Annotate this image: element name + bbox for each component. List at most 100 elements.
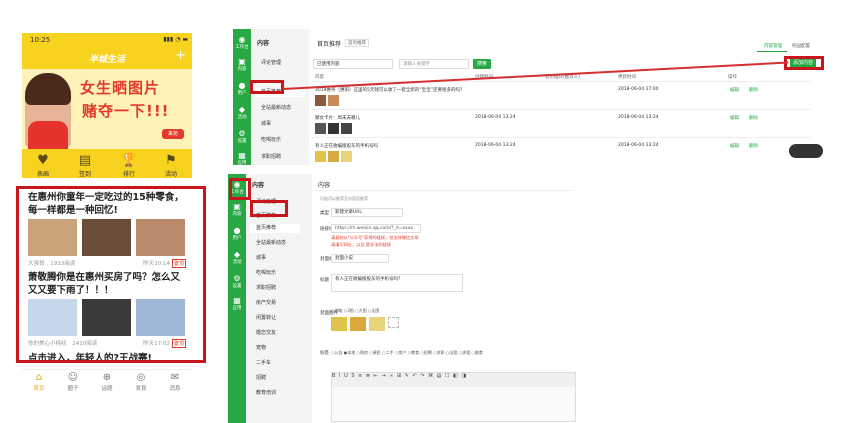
size-option: 3图 — [347, 308, 354, 313]
table-row-title[interactable]: 2019惠州（惠阳）这里的5元钱可以收了一套全新的“宝宝”还要很多的吗？ — [315, 87, 465, 94]
tag-options[interactable]: ○公告 ●本地 ○购房 ○便民 ○二手 ○房产 ○教育 ○招聘 ○求职 ○出租 … — [331, 348, 551, 357]
sidebar-item-apps[interactable]: ▦ 应用 — [228, 296, 246, 311]
url-hint: 请填写网址，以及 是非法的链接 — [331, 242, 391, 247]
delete-link[interactable]: 删除 — [749, 143, 758, 149]
banner-line1: 女生晒图片 — [80, 79, 161, 97]
subnav-item[interactable]: 求职招聘 — [256, 284, 276, 291]
table-row-title[interactable]: 有人正在收编版股东的手机号吗 — [315, 143, 378, 149]
row-thumb — [328, 123, 339, 134]
subnav-item[interactable]: 房产交易 — [256, 299, 276, 306]
subnav-item[interactable]: 招聘 — [256, 374, 266, 381]
type-label: 类型 — [320, 211, 329, 216]
delete-link[interactable]: 删除 — [749, 115, 758, 121]
sidebar-item-activity[interactable]: ◆ 活动 — [228, 250, 246, 265]
tab-topic[interactable]: ⊕ 话题 — [90, 372, 124, 392]
subnav-item[interactable]: 婚恋交友 — [256, 329, 276, 336]
sidebar-item-activity[interactable]: ◆ 活动 — [233, 105, 251, 120]
sidebar-label: 设置 — [232, 284, 242, 289]
admin-panel-list: ◉ 工作台 ▣ 内容 ● 用户 ◆ 活动 ⚙ 设置 ▦ 应用 内容 评论管理 首页推荐 全站… — [233, 29, 823, 166]
tab-badge[interactable]: 首页推荐 — [345, 39, 369, 47]
subnav-item[interactable]: 评论管理 — [261, 59, 281, 66]
url-input[interactable]: https://m.weixin.qq.com/?_d=xxxx — [331, 224, 421, 233]
sidebar-item-apps[interactable]: ▦ 应用 — [233, 151, 251, 166]
title-label: 标题 — [320, 278, 329, 283]
sidebar-label: 内容 — [237, 67, 247, 72]
sidebar-item-settings[interactable]: ⚙ 设置 — [228, 274, 246, 289]
tab-circle[interactable]: ☺ 圈子 — [56, 372, 90, 392]
subnav-item-active[interactable]: 首页推荐 — [250, 224, 300, 233]
tab-messages[interactable]: ✉ 消息 — [158, 372, 192, 392]
user-icon: ● — [233, 226, 241, 235]
sidebar-label: 活动 — [237, 115, 247, 120]
tab-home[interactable]: ⌂ 首页 — [22, 372, 56, 392]
subnav-item[interactable]: 闲置转让 — [256, 314, 276, 321]
subnav-item[interactable]: 二手车 — [256, 359, 271, 366]
add-icon[interactable]: + — [175, 48, 186, 63]
edit-link[interactable]: 编辑 — [730, 143, 739, 149]
subnav-item[interactable]: 城事 — [261, 120, 271, 127]
status-select[interactable]: 已使用内容 — [313, 59, 393, 69]
search-input[interactable]: 请输入关键字 — [399, 59, 469, 69]
activity-icon: ◆ — [233, 250, 241, 259]
subnav-title: 内容 — [257, 40, 270, 47]
title-input[interactable]: 有人正在收编版股东的手机号吗？ — [331, 274, 463, 292]
topic-icon: ⊕ — [102, 372, 112, 383]
sidebar-item-users[interactable]: ● 用户 — [228, 226, 246, 241]
subnav-item[interactable]: 全站最新动态 — [256, 239, 286, 246]
subnav-item[interactable]: 吃喝玩乐 — [256, 269, 276, 276]
upload-slot[interactable] — [388, 317, 399, 328]
subnav-title: 内容 — [252, 182, 265, 189]
sidebar-label: 工作台 — [235, 45, 249, 50]
nav-item-checkin[interactable]: ▤ 签到 — [68, 153, 102, 178]
type-select[interactable]: 新建文章URL — [331, 208, 403, 217]
cover-image — [369, 317, 385, 331]
highlight-box — [784, 56, 824, 70]
subnav-item[interactable]: 求职招聘 — [261, 153, 281, 160]
tab-discover[interactable]: ◎ 发现 — [124, 372, 158, 392]
highlight-box — [229, 178, 251, 200]
workbench-icon: ◉ — [238, 35, 246, 44]
sidebar-item-users[interactable]: ● 用户 — [233, 81, 251, 96]
promo-banner[interactable]: 女生晒图片 赌夺一下!!! 来抢 — [22, 69, 192, 149]
tab-label: 圈子 — [67, 386, 79, 392]
edit-link[interactable]: 编辑 — [730, 87, 739, 93]
highlight-box — [250, 200, 288, 217]
nav-item-biaohua[interactable]: ♥ 表画 — [26, 153, 60, 178]
sidebar-item-content[interactable]: ▣ 内容 — [233, 57, 251, 72]
sidebar-item-workbench[interactable]: ◉ 工作台 — [233, 35, 251, 50]
delete-link[interactable]: 删除 — [749, 87, 758, 93]
edit-link[interactable]: 编辑 — [730, 115, 739, 121]
nav-item-rank[interactable]: 🏆 排行 — [112, 153, 146, 178]
tag-option: 教育 — [411, 350, 420, 355]
link-campus-config[interactable]: 校园配置 — [792, 43, 810, 49]
tag-option: 房产 — [398, 350, 407, 355]
banner-hair — [25, 73, 71, 105]
sidebar-label: 活动 — [232, 260, 242, 265]
subnav-item[interactable]: 城事 — [256, 254, 266, 261]
search-button[interactable]: 搜索 — [473, 59, 491, 69]
row-updated: 2018-06-04 17:00 — [618, 87, 659, 92]
content-icon: ▣ — [238, 57, 246, 66]
subnav-item[interactable]: 教育培训 — [256, 389, 276, 396]
row-updated: 2018-06-04 13:24 — [618, 143, 659, 148]
subnav-item[interactable]: 宠物 — [256, 344, 266, 351]
tab-label: 话题 — [101, 386, 113, 392]
floating-toolbar[interactable] — [789, 144, 823, 158]
table-row-title[interactable]: 摩女卡片：周末去哪儿 — [315, 115, 360, 121]
nav-item-activity[interactable]: ⚑ 活动 — [154, 153, 188, 178]
editor-toolbar[interactable]: B I U S ≡ ≣ ⇤ ⇥ ∞ ⊞ ✎ ↶ ↷ ⌘ ▤ ☐ ◧ ◨ — [332, 373, 575, 387]
sidebar-item-content[interactable]: ▣ 内容 — [228, 202, 246, 217]
subnav-item[interactable]: 全站最新动态 — [261, 104, 291, 111]
category-nav: ♥ 表画 ▤ 签到 🏆 排行 ⚑ 活动 — [22, 153, 192, 185]
row-thumb — [328, 151, 339, 162]
subnav-item[interactable]: 吃喝玩乐 — [261, 136, 281, 143]
row-created: 2018-06-04 13:24 — [475, 115, 516, 120]
sidebar-label: 用户 — [232, 236, 242, 241]
cover-input[interactable]: 封面小说 — [331, 254, 389, 263]
nav-label: 活动 — [164, 171, 177, 178]
link-content-manage[interactable]: 内容管理 — [764, 43, 782, 49]
admin-sidebar: ◉ 工作台 ▣ 内容 ● 用户 ◆ 活动 ⚙ 设置 ▦ 应用 — [228, 174, 246, 423]
apps-icon: ▦ — [238, 151, 246, 160]
size-options[interactable]: ○缩略 ○3图 ○大图 ○无图 — [331, 308, 379, 314]
sidebar-item-settings[interactable]: ⚙ 设置 — [233, 129, 251, 144]
